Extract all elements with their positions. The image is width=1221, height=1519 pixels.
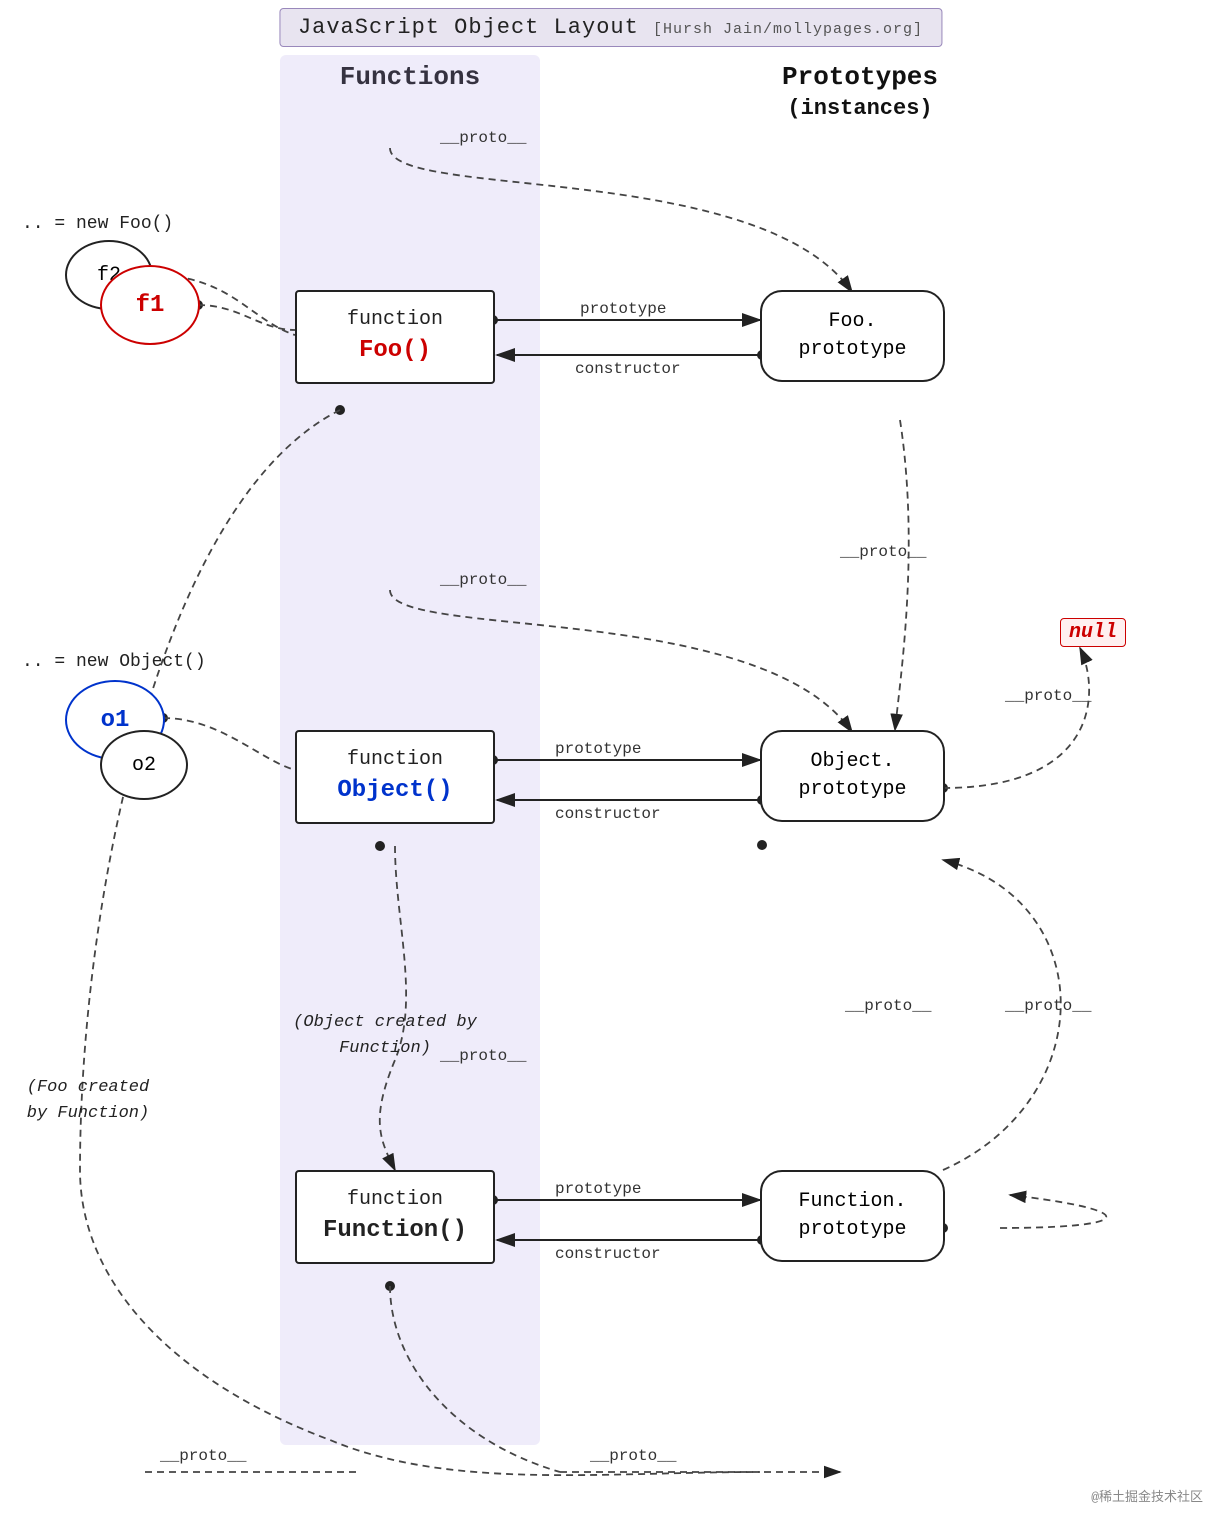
title-bar: JavaScript Object Layout [Hursh Jain/mol… [279,8,942,47]
svg-text:__proto__: __proto__ [589,1447,677,1465]
object-created-label: (Object created byFunction) [280,1010,490,1061]
svg-text:prototype: prototype [580,300,666,318]
title-main: JavaScript Object Layout [298,15,639,40]
o2-label: o2 [132,754,156,777]
svg-text:constructor: constructor [575,360,681,378]
func-function-box: function Function() [295,1170,495,1264]
proto-foo-line1: Foo. [784,308,921,336]
proto-function-box: Function. prototype [760,1170,945,1262]
func-foo-box: function Foo() [295,290,495,384]
main-container: JavaScript Object Layout [Hursh Jain/mol… [0,0,1221,1519]
svg-text:__proto__: __proto__ [839,543,927,561]
svg-text:__proto__: __proto__ [159,1447,247,1465]
watermark: @稀土掘金技术社区 [1091,1486,1203,1505]
new-object-label: .. = new Object() [22,652,206,672]
new-foo-label: .. = new Foo() [22,214,173,234]
func-foo-name: Foo() [317,334,473,368]
svg-text:constructor: constructor [555,805,661,823]
svg-text:__proto__: __proto__ [1004,997,1092,1015]
func-function-word: function [317,1186,473,1214]
proto-foo-line2: prototype [784,336,921,364]
svg-text:__proto__: __proto__ [1004,687,1092,705]
svg-text:prototype: prototype [555,1180,641,1198]
foo-created-label: (Foo createdby Function) [18,1075,158,1126]
title-credit: [Hursh Jain/mollypages.org] [653,21,923,38]
instance-o2: o2 [100,730,188,800]
func-function-name: Function() [317,1214,473,1248]
proto-object-line1: Object. [784,748,921,776]
proto-function-line2: prototype [784,1216,921,1244]
instance-f1: f1 [100,265,200,345]
proto-object-line2: prototype [784,776,921,804]
func-object-name: Object() [317,774,473,808]
null-label: null [1060,618,1126,647]
col-prototypes-sub-label: (instances) [740,96,980,121]
proto-foo-box: Foo. prototype [760,290,945,382]
svg-text:constructor: constructor [555,1245,661,1263]
svg-text:__proto__: __proto__ [844,997,932,1015]
func-object-word: function [317,746,473,774]
null-text: null [1069,621,1117,644]
col-prototypes-label: Prototypes [740,62,980,92]
func-object-box: function Object() [295,730,495,824]
proto-object-box: Object. prototype [760,730,945,822]
svg-text:prototype: prototype [555,740,641,758]
f1-label: f1 [136,292,165,319]
func-foo-word: function [317,306,473,334]
proto-function-line1: Function. [784,1188,921,1216]
o1-label: o1 [101,707,130,734]
